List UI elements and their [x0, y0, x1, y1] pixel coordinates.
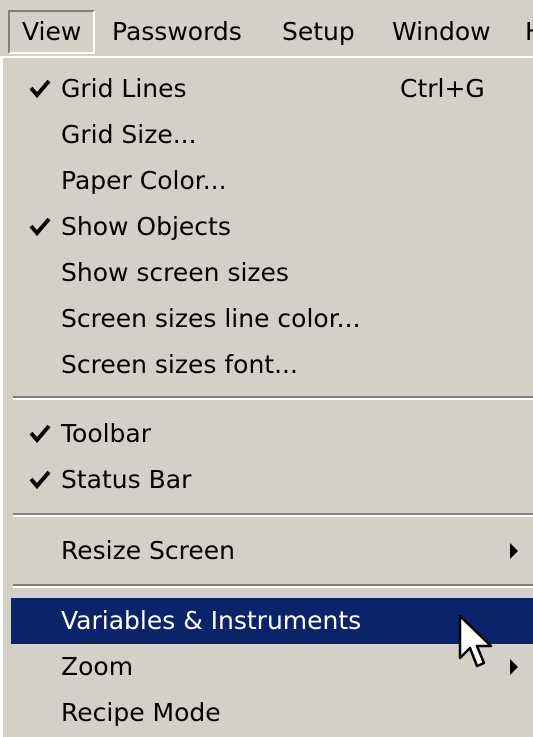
checkmark-icon [29, 470, 51, 490]
menu-item-label: Show Objects [61, 212, 231, 241]
menu-item-label: Zoom [61, 652, 134, 681]
menu-item-label: Screen sizes line color... [61, 304, 361, 333]
menu-separator [13, 584, 533, 588]
menu-item-resize-screen[interactable]: Resize Screen [11, 528, 533, 574]
checkmark-icon [29, 79, 51, 99]
submenu-arrow-icon [510, 543, 518, 559]
menu-item-label: Status Bar [61, 465, 192, 494]
view-dropdown-menu: Grid Lines Ctrl+G Grid Size... Paper Col… [0, 56, 533, 737]
menu-passwords[interactable]: Passwords [112, 10, 242, 54]
mouse-cursor-icon [458, 614, 493, 668]
menu-item-label: Paper Color... [61, 166, 227, 195]
menu-item-status-bar[interactable]: Status Bar [11, 457, 533, 503]
submenu-arrow-icon [510, 659, 518, 675]
menu-item-shortcut: Ctrl+G [400, 74, 485, 103]
menu-item-label: Variables & Instruments [61, 606, 362, 635]
menu-item-screen-sizes-line-color[interactable]: Screen sizes line color... [11, 296, 533, 342]
checkmark-icon [29, 217, 51, 237]
menu-item-label: Grid Size... [61, 120, 197, 149]
menu-item-toolbar[interactable]: Toolbar [11, 411, 533, 457]
menu-view[interactable]: View [8, 10, 96, 54]
menu-item-label: Toolbar [61, 419, 152, 448]
menu-item-show-screen-sizes[interactable]: Show screen sizes [11, 250, 533, 296]
menu-item-grid-size[interactable]: Grid Size... [11, 112, 533, 158]
menu-item-label: Recipe Mode [61, 698, 221, 727]
checkmark-icon [29, 424, 51, 444]
menu-item-grid-lines[interactable]: Grid Lines Ctrl+G [11, 66, 533, 112]
menu-item-zoom[interactable]: Zoom [11, 644, 533, 690]
menu-item-paper-color[interactable]: Paper Color... [11, 158, 533, 204]
menu-setup[interactable]: Setup [282, 10, 355, 54]
menu-item-label: Resize Screen [61, 536, 235, 565]
menu-window[interactable]: Window [392, 10, 491, 54]
menu-item-screen-sizes-font[interactable]: Screen sizes font... [11, 342, 533, 388]
menu-item-recipe-mode[interactable]: Recipe Mode [11, 690, 533, 736]
menu-item-label: Screen sizes font... [61, 350, 298, 379]
menu-separator [13, 396, 533, 400]
menu-separator [13, 513, 533, 517]
menu-item-variables-instruments[interactable]: Variables & Instruments [11, 598, 533, 644]
menu-item-label: Grid Lines [61, 74, 187, 103]
menu-item-show-objects[interactable]: Show Objects [11, 204, 533, 250]
menu-help[interactable]: H [525, 10, 533, 54]
menu-bar: View Passwords Setup Window H [0, 0, 533, 64]
menu-item-label: Show screen sizes [61, 258, 289, 287]
